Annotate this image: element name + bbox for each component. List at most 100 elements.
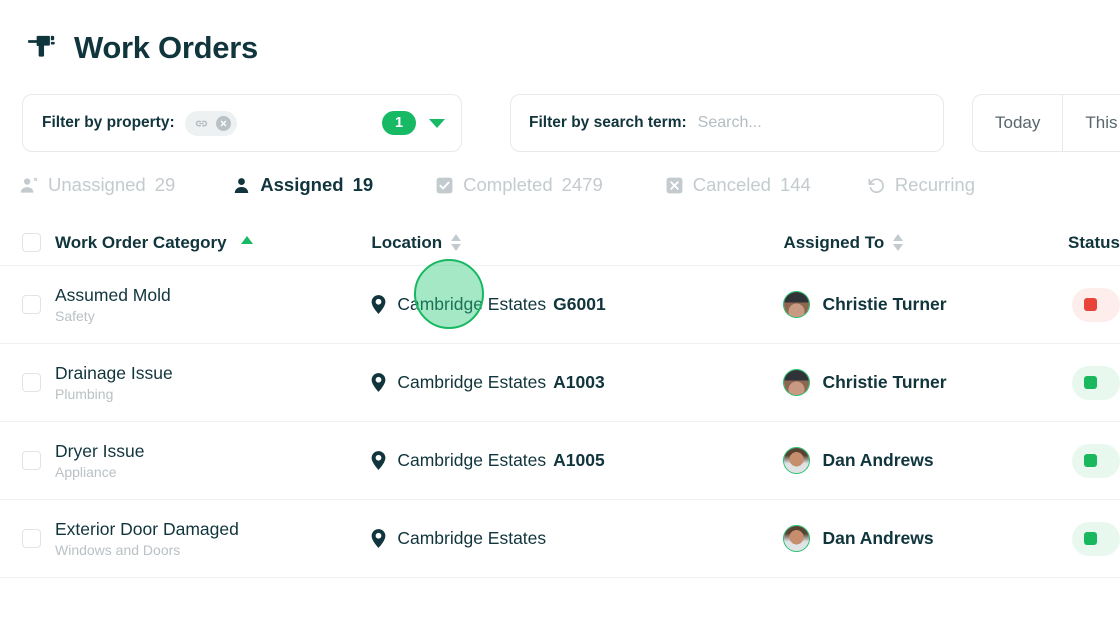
chevron-down-icon[interactable] (429, 118, 445, 128)
category-subtitle: Appliance (55, 463, 117, 480)
column-status[interactable]: Status (1068, 233, 1120, 253)
assignee[interactable]: Christie Turner (783, 291, 1068, 318)
assignee-name: Dan Andrews (822, 528, 934, 548)
assignee-name: Christie Turner (822, 294, 947, 314)
cell-status (1068, 365, 1120, 400)
cell-work-order-category: Dryer Issue Appliance (22, 441, 371, 481)
column-header-label: Assigned To (783, 232, 885, 252)
column-header-label: Status (1068, 232, 1120, 252)
column-location[interactable]: Location (371, 233, 783, 253)
cell-location: Cambridge Estates (371, 528, 783, 549)
column-header-label: Location (371, 232, 443, 252)
category-title: Dryer Issue (55, 440, 145, 461)
table-row[interactable]: Dryer Issue Appliance Cambridge Estates A10… (0, 422, 1120, 500)
status-badge[interactable] (1072, 521, 1120, 556)
tab-canceled-label: Canceled (692, 174, 771, 195)
avatar (783, 369, 811, 396)
sort-down-icon (893, 244, 904, 251)
category-title: Drainage Issue (55, 362, 173, 383)
tab-completed[interactable]: Completed 2479 (435, 174, 603, 196)
avatar (783, 525, 811, 552)
sort-ascending-icon[interactable] (240, 235, 253, 244)
tab-canceled[interactable]: Canceled 144 (665, 174, 811, 196)
cell-assigned-to: Dan Andrews (783, 447, 1068, 474)
property-filter[interactable]: Filter by property: 1 (22, 94, 462, 152)
status-tabs: Unassigned 29 Assigned 19 Completed 2479… (0, 152, 1120, 196)
location-property: Cambridge Estates (397, 450, 547, 470)
tab-unassigned[interactable]: Unassigned 29 (20, 174, 175, 196)
select-all-checkbox[interactable] (22, 233, 41, 252)
status-badge[interactable] (1072, 365, 1120, 400)
date-range-group: Today This Week (972, 94, 1120, 152)
table-row[interactable]: Assumed Mold Safety Cambridge Estates G6001… (0, 266, 1120, 344)
search-filter-label: Filter by search term: (529, 114, 687, 131)
location-value: Cambridge Estates G6001 (371, 294, 783, 315)
cell-work-order-category: Exterior Door Damaged Windows and Doors (22, 519, 371, 559)
status-dot (1084, 532, 1098, 545)
check-box-icon (435, 176, 454, 195)
column-assigned-to[interactable]: Assigned To (783, 233, 1068, 253)
location-property: Cambridge Estates (397, 294, 547, 314)
map-pin-icon (371, 451, 386, 470)
cell-work-order-category: Drainage Issue Plumbing (22, 363, 371, 403)
tab-assigned[interactable]: Assigned 19 (232, 174, 373, 196)
property-filter-label: Filter by property: (42, 114, 175, 131)
property-filter-right: 1 (382, 111, 445, 135)
avatar (783, 291, 811, 318)
category-subtitle: Safety (55, 307, 95, 324)
drill-icon (26, 30, 60, 64)
location-value: Cambridge Estates (371, 528, 783, 549)
search-input[interactable] (697, 114, 925, 132)
sort-up-icon (893, 234, 904, 241)
cell-location: Cambridge Estates A1003 (371, 372, 783, 393)
row-checkbox[interactable] (22, 294, 41, 314)
cell-location: Cambridge Estates G6001 (371, 294, 783, 315)
work-orders-table: Work Order Category Location Assigned To… (0, 220, 1120, 578)
row-checkbox[interactable] (22, 450, 41, 470)
tab-recurring[interactable]: Recurring (867, 174, 975, 196)
cell-status (1068, 287, 1120, 322)
tab-completed-label: Completed (463, 174, 553, 195)
category-text: Drainage Issue Plumbing (55, 363, 173, 403)
today-button[interactable]: Today (973, 95, 1062, 151)
link-icon (194, 116, 209, 131)
tab-assigned-count: 19 (352, 174, 374, 195)
column-header-label: Work Order Category (55, 232, 227, 252)
location-value: Cambridge Estates A1003 (371, 372, 783, 393)
assignee[interactable]: Dan Andrews (783, 447, 1068, 474)
page-header: Work Orders (0, 0, 1120, 64)
this-week-button[interactable]: This Week (1062, 95, 1120, 151)
cell-status (1068, 521, 1120, 556)
filter-bar: Filter by property: 1 Filter by search t… (22, 64, 1120, 152)
location-unit: G6001 (553, 294, 606, 314)
close-icon[interactable] (215, 115, 231, 131)
status-badge[interactable] (1072, 287, 1120, 322)
location-unit: A1005 (553, 450, 605, 470)
tab-recurring-label: Recurring (894, 174, 976, 195)
row-checkbox[interactable] (22, 528, 41, 548)
assignee-name: Dan Andrews (822, 450, 934, 470)
category-subtitle: Windows and Doors (55, 541, 181, 558)
sort-icon[interactable] (451, 234, 462, 251)
assignee-name: Christie Turner (822, 372, 947, 392)
cell-status (1068, 443, 1120, 478)
table-body: Assumed Mold Safety Cambridge Estates G6001… (0, 266, 1120, 578)
x-box-icon (665, 176, 684, 195)
property-chip[interactable] (184, 110, 237, 136)
column-work-order-category[interactable]: Work Order Category (22, 233, 371, 253)
location-value: Cambridge Estates A1005 (371, 450, 783, 471)
row-checkbox[interactable] (22, 372, 41, 392)
table-row[interactable]: Exterior Door Damaged Windows and Doors Ca… (0, 500, 1120, 578)
table-row[interactable]: Drainage Issue Plumbing Cambridge Estates A… (0, 344, 1120, 422)
sort-icon[interactable] (893, 234, 904, 251)
assignee[interactable]: Christie Turner (783, 369, 1068, 396)
user-x-icon (20, 176, 39, 195)
assignee[interactable]: Dan Andrews (783, 525, 1068, 552)
status-badge[interactable] (1072, 443, 1120, 478)
sort-down-icon (451, 244, 462, 251)
search-filter[interactable]: Filter by search term: (510, 94, 944, 152)
category-text: Exterior Door Damaged Windows and Doors (55, 519, 239, 559)
status-dot (1084, 376, 1098, 389)
map-pin-icon (371, 529, 386, 548)
status-dot (1084, 298, 1098, 311)
